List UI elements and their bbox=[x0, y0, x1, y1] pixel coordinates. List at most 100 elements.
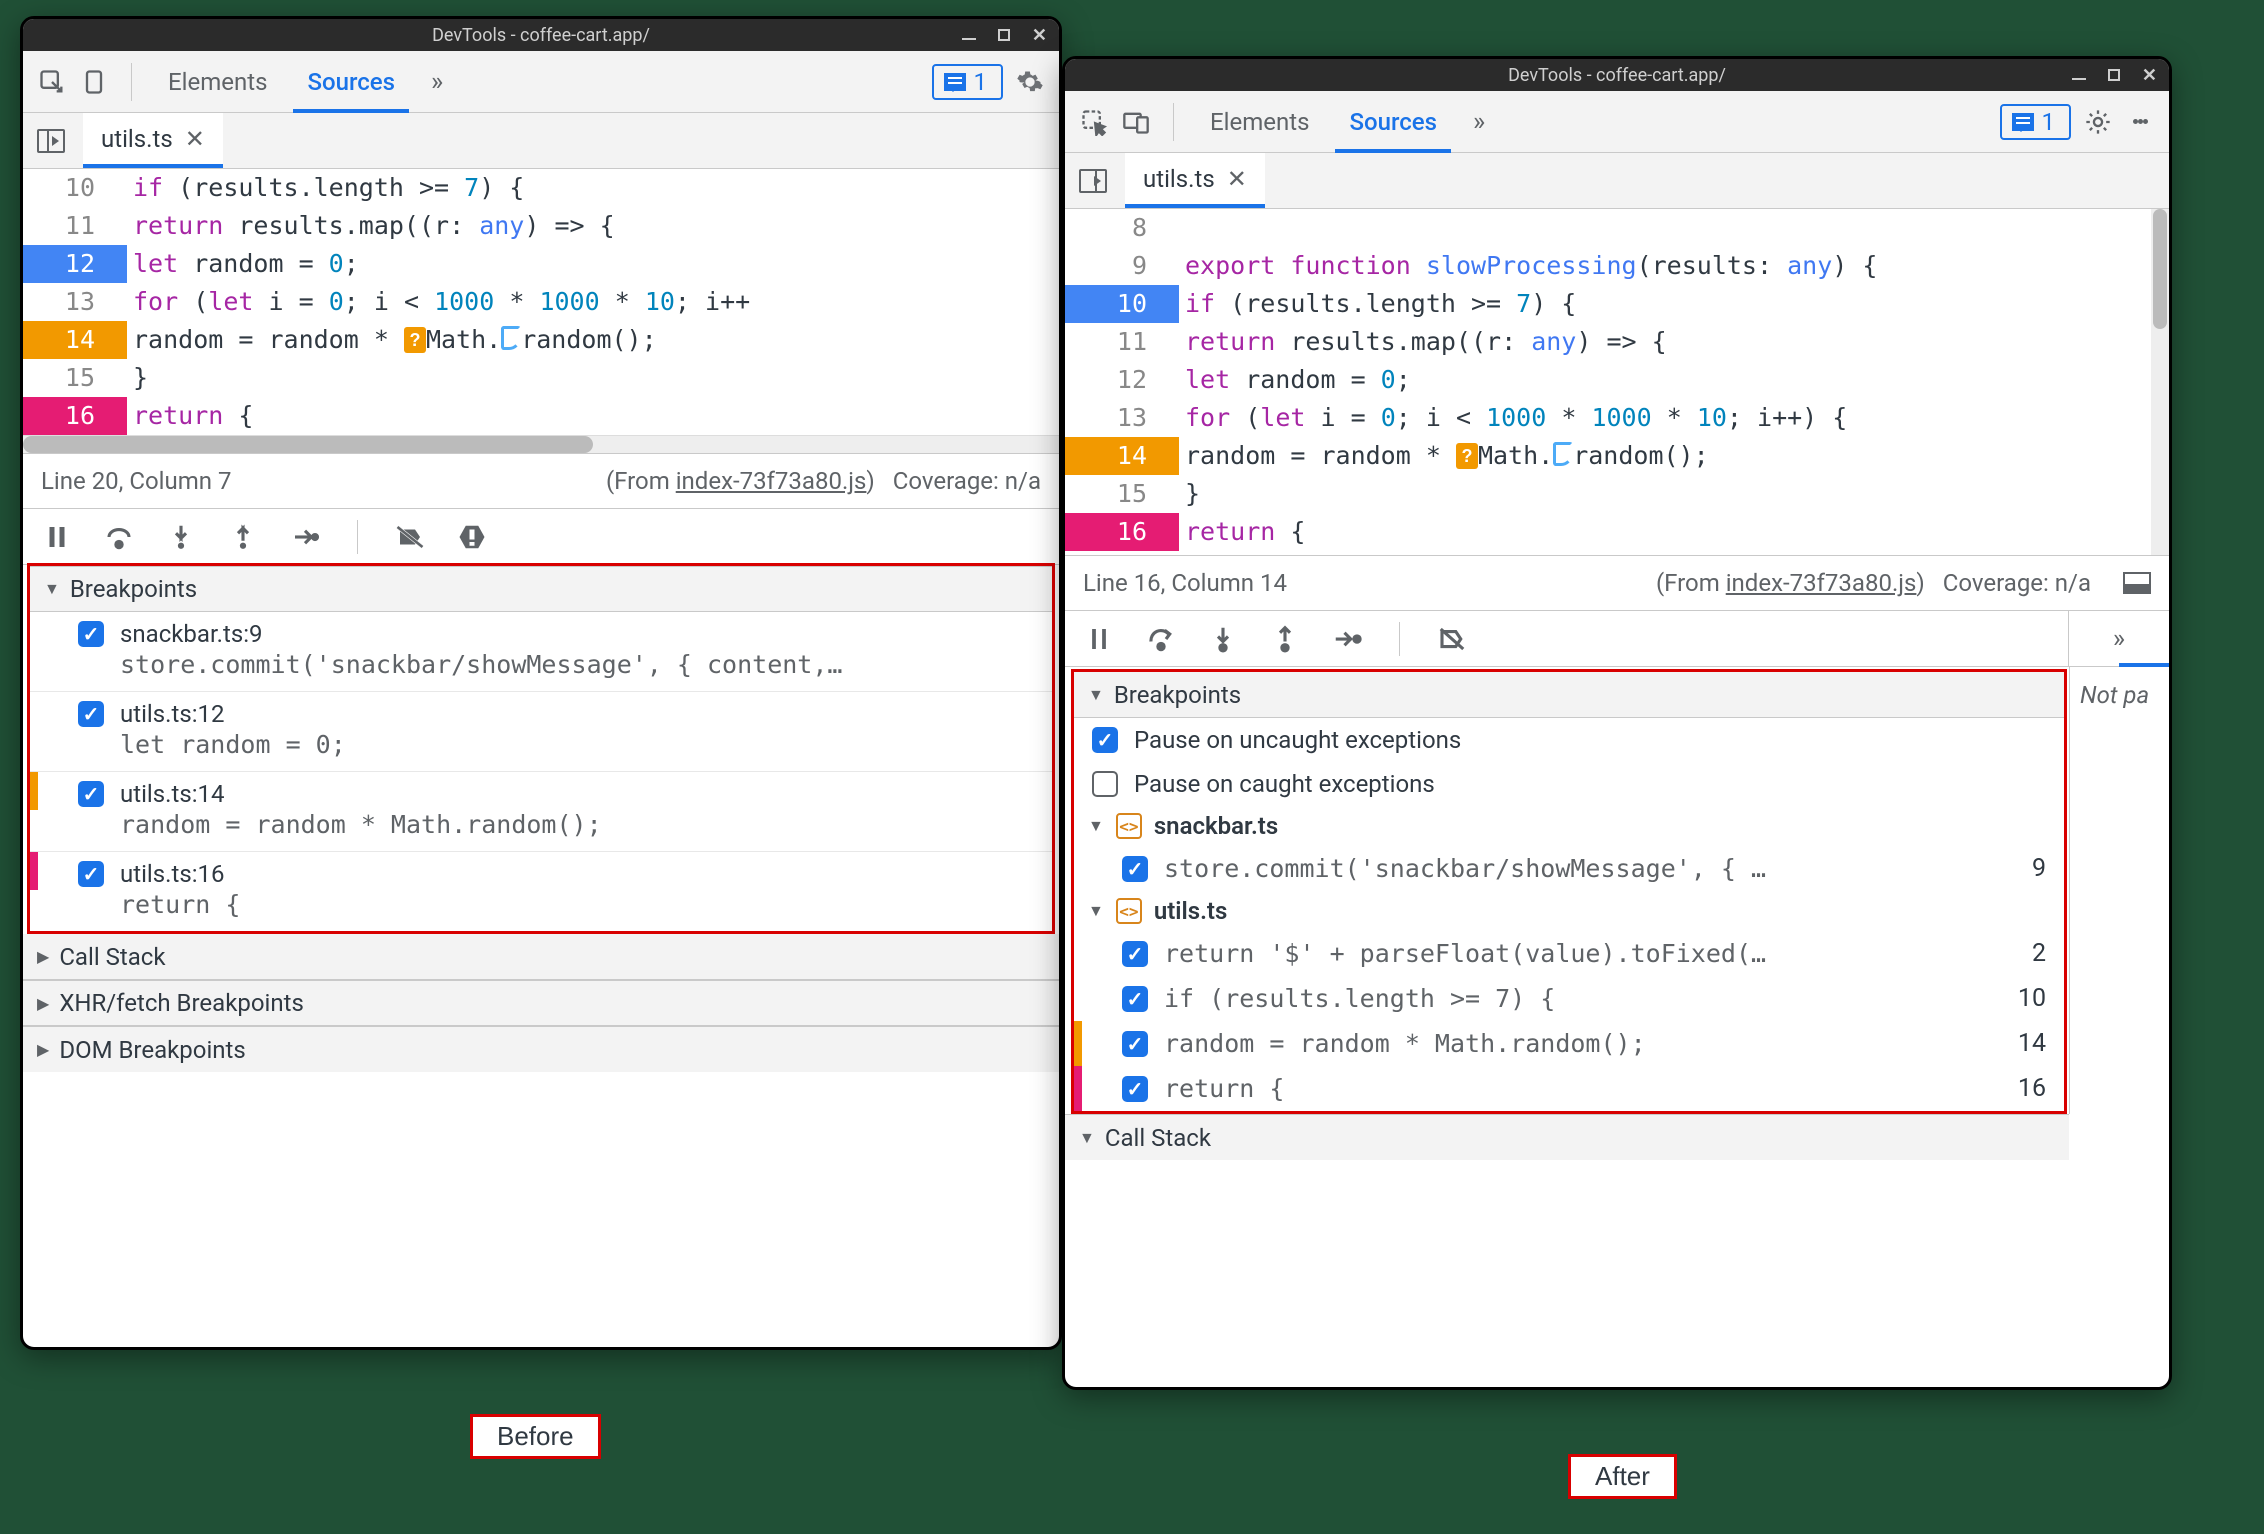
breakpoints-header[interactable]: Breakpoints bbox=[1074, 672, 2064, 718]
step-out-button[interactable] bbox=[1269, 623, 1301, 655]
messages-badge[interactable]: 1 bbox=[2000, 104, 2072, 140]
file-group[interactable]: <> utils.ts bbox=[1074, 891, 2064, 931]
settings-icon[interactable] bbox=[2083, 107, 2113, 137]
gutter-line-logpoint[interactable]: ‥16 bbox=[23, 397, 113, 435]
breakpoint-item[interactable]: if (results.length >= 7) { 10 bbox=[1074, 976, 2064, 1021]
pause-exceptions-button[interactable] bbox=[456, 521, 488, 553]
checkbox[interactable] bbox=[1122, 1076, 1148, 1102]
xhr-breakpoints-header[interactable]: XHR/fetch Breakpoints bbox=[23, 980, 1059, 1026]
file-tab[interactable]: utils.ts ✕ bbox=[83, 113, 223, 168]
dom-breakpoints-header[interactable]: DOM Breakpoints bbox=[23, 1026, 1059, 1072]
step-into-button[interactable] bbox=[165, 521, 197, 553]
checkbox[interactable] bbox=[1122, 856, 1148, 882]
vertical-scrollbar[interactable] bbox=[2151, 209, 2169, 555]
more-tabs-icon[interactable]: » bbox=[1463, 107, 1495, 137]
code-editor[interactable]: 8 9 10 11 12 13 ?14 15 ‥16 export functi… bbox=[1065, 209, 2169, 555]
callstack-header[interactable]: Call Stack bbox=[1065, 1114, 2069, 1160]
breakpoint-checkbox[interactable] bbox=[78, 701, 104, 727]
gutter-line[interactable]: 13 bbox=[1065, 399, 1165, 437]
tab-sources[interactable]: Sources bbox=[1335, 91, 1451, 153]
breakpoints-header[interactable]: Breakpoints bbox=[30, 566, 1052, 612]
gutter-line[interactable]: 11 bbox=[1065, 323, 1165, 361]
source-link[interactable]: index-73f73a80.js bbox=[1726, 569, 1917, 597]
gutter-line-breakpoint[interactable]: 12 bbox=[23, 245, 113, 283]
callstack-header[interactable]: Call Stack bbox=[23, 934, 1059, 980]
window-controls: ✕ bbox=[2072, 59, 2157, 91]
inspect-icon[interactable] bbox=[37, 67, 67, 97]
minimize-icon[interactable] bbox=[2072, 78, 2086, 80]
deactivate-breakpoints-button[interactable] bbox=[1436, 623, 1468, 655]
step-button[interactable] bbox=[1331, 623, 1363, 655]
gutter-line[interactable]: 13 bbox=[23, 283, 113, 321]
gutter-line[interactable]: 10 bbox=[23, 169, 113, 207]
maximize-icon[interactable] bbox=[2108, 69, 2120, 81]
breakpoint-entry[interactable]: utils.ts:14 random = random * Math.rando… bbox=[30, 771, 1052, 851]
breakpoint-checkbox[interactable] bbox=[78, 621, 104, 647]
checkbox[interactable] bbox=[1122, 986, 1148, 1012]
close-tab-icon[interactable]: ✕ bbox=[1227, 165, 1247, 193]
dock-icon[interactable] bbox=[2123, 572, 2151, 594]
settings-icon[interactable] bbox=[1015, 67, 1045, 97]
breakpoint-entry[interactable]: snackbar.ts:9 store.commit('snackbar/sho… bbox=[30, 612, 1052, 691]
pause-button[interactable] bbox=[1083, 623, 1115, 655]
device-icon[interactable] bbox=[79, 67, 109, 97]
more-tabs-icon[interactable]: » bbox=[421, 67, 453, 97]
step-button[interactable] bbox=[289, 521, 321, 553]
tab-elements[interactable]: Elements bbox=[1196, 91, 1323, 153]
checkbox[interactable] bbox=[1092, 727, 1118, 753]
breakpoint-entry[interactable]: utils.ts:16 return { bbox=[30, 851, 1052, 931]
gutter-line[interactable]: 15 bbox=[23, 359, 113, 397]
code-editor[interactable]: 10 11 12 13 ?14 15 ‥16 if (results.lengt… bbox=[23, 169, 1059, 453]
pause-button[interactable] bbox=[41, 521, 73, 553]
breakpoints-pane-highlight: Breakpoints snackbar.ts:9 store.commit('… bbox=[27, 563, 1055, 934]
pause-uncaught-row[interactable]: Pause on uncaught exceptions bbox=[1074, 718, 2064, 762]
gutter-line[interactable]: 9 bbox=[1065, 247, 1165, 285]
gutter-line[interactable]: 12 bbox=[1065, 361, 1165, 399]
sidebar-more-tabs[interactable]: » bbox=[2069, 611, 2169, 667]
step-into-button[interactable] bbox=[1207, 623, 1239, 655]
navigator-toggle-icon[interactable] bbox=[1079, 169, 1107, 193]
deactivate-breakpoints-button[interactable] bbox=[394, 521, 426, 553]
minimize-icon[interactable] bbox=[962, 38, 976, 40]
source-link[interactable]: index-73f73a80.js bbox=[676, 467, 867, 495]
gutter-line[interactable]: 15 bbox=[1065, 475, 1165, 513]
breakpoint-label: utils.ts:14 bbox=[120, 780, 225, 808]
breakpoint-checkbox[interactable] bbox=[78, 861, 104, 887]
breakpoint-entry[interactable]: utils.ts:12 let random = 0; bbox=[30, 691, 1052, 771]
gutter-line[interactable]: 8 bbox=[1065, 209, 1165, 247]
file-tab[interactable]: utils.ts ✕ bbox=[1125, 153, 1265, 208]
gutter-line-conditional[interactable]: ?14 bbox=[23, 321, 113, 359]
checkbox[interactable] bbox=[1092, 771, 1118, 797]
breakpoint-item[interactable]: return '$' + parseFloat(value).toFixed(…… bbox=[1074, 931, 2064, 976]
gutter-line[interactable]: 11 bbox=[23, 207, 113, 245]
gutter-line-logpoint[interactable]: ‥16 bbox=[1065, 513, 1165, 551]
tab-elements[interactable]: Elements bbox=[154, 51, 281, 113]
breakpoint-checkbox[interactable] bbox=[78, 781, 104, 807]
breakpoint-item[interactable]: random = random * Math.random(); 14 bbox=[1074, 1021, 2064, 1066]
breakpoint-item[interactable]: return { 16 bbox=[1074, 1066, 2064, 1111]
step-over-button[interactable] bbox=[103, 521, 135, 553]
pause-caught-row[interactable]: Pause on caught exceptions bbox=[1074, 762, 2064, 806]
gutter-line-conditional[interactable]: ?14 bbox=[1065, 437, 1165, 475]
horizontal-scrollbar[interactable] bbox=[23, 435, 1059, 453]
step-over-button[interactable] bbox=[1145, 623, 1177, 655]
navigator-toggle-icon[interactable] bbox=[37, 129, 65, 153]
checkbox[interactable] bbox=[1122, 941, 1148, 967]
close-icon[interactable]: ✕ bbox=[1032, 25, 1047, 46]
device-icon[interactable] bbox=[1121, 107, 1151, 137]
expand-icon bbox=[37, 1040, 49, 1059]
more-icon[interactable] bbox=[2125, 107, 2155, 137]
message-count: 1 bbox=[974, 68, 988, 96]
close-icon[interactable]: ✕ bbox=[2142, 65, 2157, 86]
step-out-button[interactable] bbox=[227, 521, 259, 553]
gutter-line-breakpoint[interactable]: 10 bbox=[1065, 285, 1165, 323]
checkbox[interactable] bbox=[1122, 1031, 1148, 1057]
messages-badge[interactable]: 1 bbox=[932, 64, 1004, 100]
breakpoint-item[interactable]: store.commit('snackbar/showMessage', { …… bbox=[1074, 846, 2064, 891]
tab-sources[interactable]: Sources bbox=[293, 51, 409, 113]
close-tab-icon[interactable]: ✕ bbox=[185, 125, 205, 153]
file-group[interactable]: <> snackbar.ts bbox=[1074, 806, 2064, 846]
inspect-icon[interactable] bbox=[1079, 107, 1109, 137]
main-toolbar: Elements Sources » 1 bbox=[23, 51, 1059, 113]
maximize-icon[interactable] bbox=[998, 29, 1010, 41]
